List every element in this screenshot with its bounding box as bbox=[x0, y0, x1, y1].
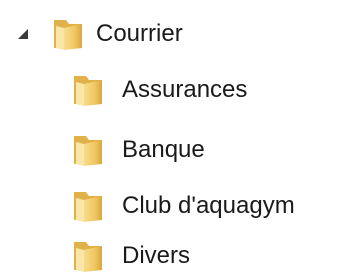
folder-tree: Courrier Assurances Banque Club d'aquagy… bbox=[0, 0, 350, 272]
folder-icon bbox=[68, 236, 108, 272]
folder-label: Club d'aquagym bbox=[122, 192, 295, 219]
folder-icon bbox=[48, 14, 88, 54]
folder-label: Assurances bbox=[122, 76, 248, 103]
folder-icon bbox=[68, 130, 108, 170]
folder-label: Courrier bbox=[96, 20, 183, 47]
expanded-triangle-icon[interactable] bbox=[16, 27, 30, 41]
folder-icon bbox=[68, 186, 108, 226]
folder-icon bbox=[68, 70, 108, 110]
folder-label: Divers bbox=[122, 242, 191, 269]
folder-label: Banque bbox=[122, 136, 205, 163]
